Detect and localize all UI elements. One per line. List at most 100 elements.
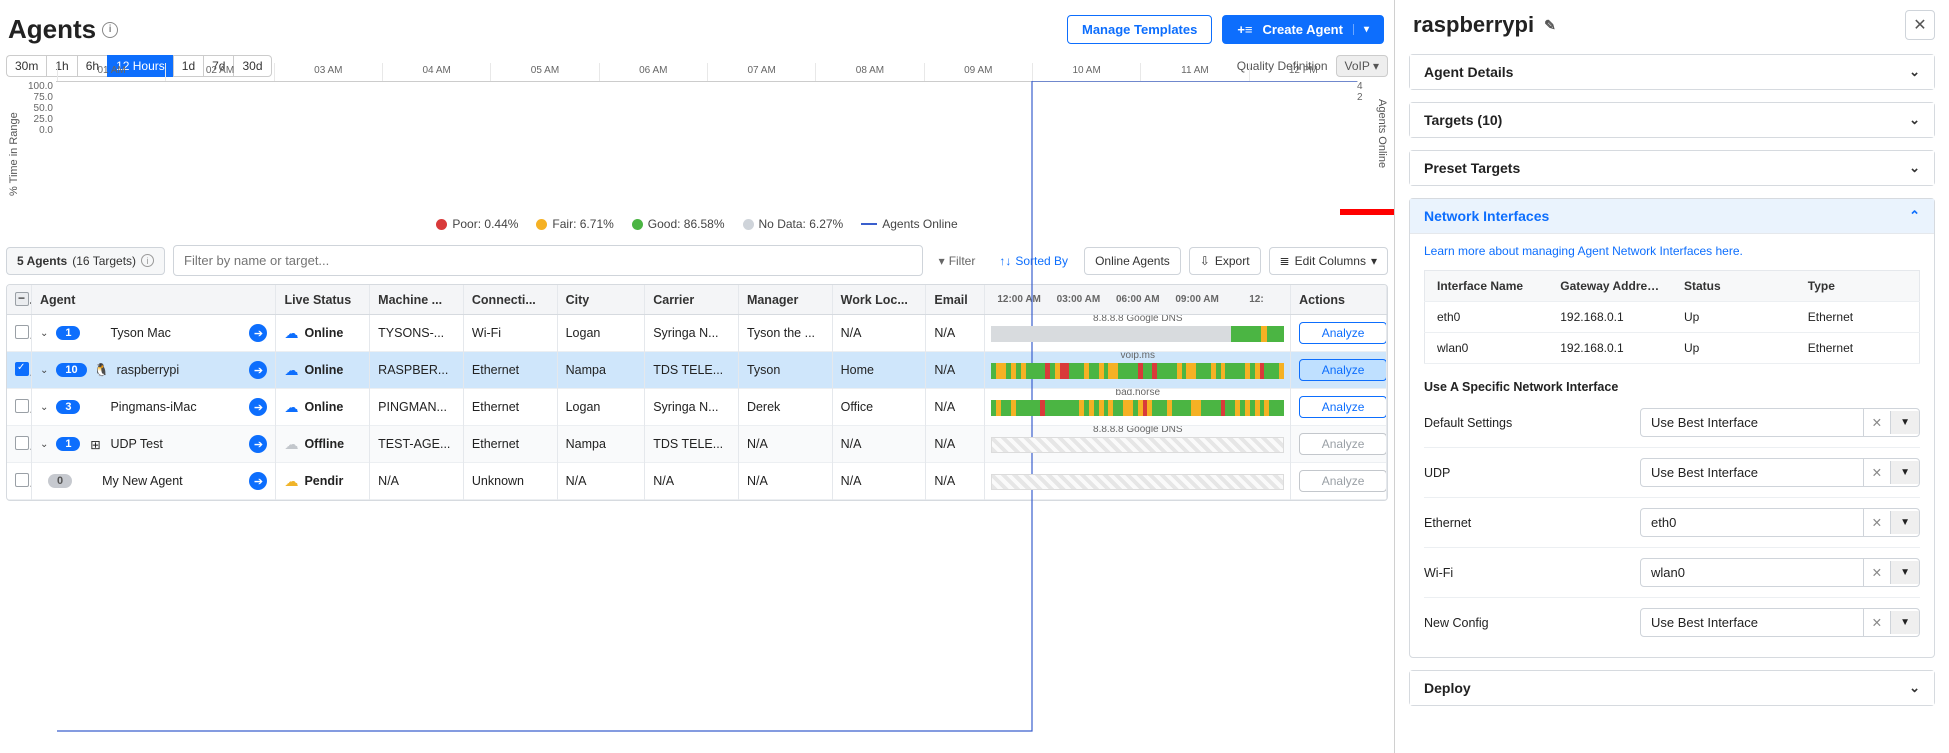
table-row[interactable]: ⌄1Tyson Mac➔☁OnlineTYSONS-...Wi-FiLoganS… bbox=[7, 315, 1387, 352]
open-agent-icon[interactable]: ➔ bbox=[249, 361, 267, 379]
close-button[interactable]: ✕ bbox=[1905, 10, 1935, 40]
chevron-down-icon[interactable]: ▾ bbox=[1353, 24, 1369, 35]
agent-name: Pingmans-iMac bbox=[110, 400, 196, 414]
expand-icon[interactable]: ⌄ bbox=[40, 365, 48, 376]
status-text: Offline bbox=[304, 437, 344, 451]
chart-legend: Poor: 0.44% Fair: 6.71% Good: 86.58% No … bbox=[6, 209, 1388, 245]
col-carrier[interactable]: Carrier bbox=[645, 285, 739, 315]
quality-chart[interactable]: 100.075.050.025.00.0 42 01 AM02 AM03 AM0… bbox=[56, 81, 1358, 82]
edit-columns-button[interactable]: ≣Edit Columns ▾ bbox=[1269, 247, 1388, 275]
table-row[interactable]: ⌄1⊞UDP Test➔☁OfflineTEST-AGE...EthernetN… bbox=[7, 426, 1387, 463]
expand-icon[interactable]: ⌄ bbox=[40, 439, 48, 450]
row-checkbox[interactable] bbox=[15, 399, 29, 413]
analyze-button[interactable]: Analyze bbox=[1299, 359, 1386, 381]
status-text: Online bbox=[304, 400, 343, 414]
page-title: Agents i bbox=[8, 14, 118, 45]
interface-setting-row: Default Settings Use Best Interface✕▼ bbox=[1424, 398, 1920, 448]
open-agent-icon[interactable]: ➔ bbox=[249, 472, 267, 490]
acc-agent-details[interactable]: Agent Details⌄ bbox=[1409, 54, 1935, 90]
learn-more-link[interactable]: Learn more about managing Agent Network … bbox=[1424, 244, 1743, 258]
open-agent-icon[interactable]: ➔ bbox=[249, 324, 267, 342]
setting-label: Default Settings bbox=[1424, 416, 1512, 430]
cloud-icon: ☁ bbox=[284, 436, 298, 453]
col-live-status[interactable]: Live Status bbox=[276, 285, 370, 315]
setting-label: New Config bbox=[1424, 616, 1489, 630]
col-work-loc[interactable]: Work Loc... bbox=[832, 285, 926, 315]
acc-network-interfaces[interactable]: Network Interfaces⌃ Learn more about man… bbox=[1409, 198, 1935, 658]
range-30m[interactable]: 30m bbox=[6, 55, 46, 77]
col-city[interactable]: City bbox=[557, 285, 645, 315]
sorted-by-button[interactable]: ↑↓Sorted By bbox=[991, 248, 1076, 274]
clear-icon[interactable]: ✕ bbox=[1863, 459, 1890, 486]
status-text: Online bbox=[304, 326, 343, 340]
info-icon[interactable]: i bbox=[102, 22, 118, 38]
timeline-cell[interactable]: 8.8.8.8 Google DNS bbox=[985, 315, 1291, 352]
col-agent[interactable]: Agent bbox=[31, 285, 276, 315]
row-checkbox[interactable] bbox=[15, 436, 29, 450]
interface-row: wlan0192.168.0.1UpEthernet bbox=[1425, 333, 1920, 364]
side-panel: raspberrypi✎ ✕ Agent Details⌄ Targets (1… bbox=[1394, 0, 1949, 753]
y-axis-label: % Time in Range bbox=[6, 79, 20, 209]
timeline-cell[interactable] bbox=[985, 463, 1291, 500]
specific-interface-heading: Use A Specific Network Interface bbox=[1424, 380, 1920, 394]
export-button[interactable]: ⇩Export bbox=[1189, 247, 1261, 275]
col-email[interactable]: Email bbox=[926, 285, 985, 315]
table-row[interactable]: ⌄3Pingmans-iMac➔☁OnlinePINGMAN...Etherne… bbox=[7, 389, 1387, 426]
chevron-down-icon[interactable]: ▼ bbox=[1890, 411, 1919, 434]
sort-icon: ↑↓ bbox=[999, 254, 1011, 268]
edit-icon[interactable]: ✎ bbox=[1544, 17, 1556, 34]
info-icon[interactable]: i bbox=[141, 254, 154, 267]
target-count-badge: 0 bbox=[48, 474, 72, 488]
agent-name: UDP Test bbox=[110, 437, 162, 451]
col-machine[interactable]: Machine ... bbox=[370, 285, 464, 315]
row-checkbox[interactable] bbox=[15, 473, 29, 487]
acc-targets[interactable]: Targets (10)⌄ bbox=[1409, 102, 1935, 138]
export-icon: ⇩ bbox=[1200, 254, 1210, 268]
filter-input[interactable] bbox=[173, 245, 923, 276]
clear-icon[interactable]: ✕ bbox=[1863, 409, 1890, 436]
table-row[interactable]: 0My New Agent➔☁PendirN/AUnknownN/AN/AN/A… bbox=[7, 463, 1387, 500]
windows-icon: ⊞ bbox=[88, 437, 102, 452]
target-count-badge: 3 bbox=[56, 400, 80, 414]
row-checkbox[interactable] bbox=[15, 362, 29, 376]
table-row[interactable]: ⌄10🐧raspberrypi➔☁OnlineRASPBER...Etherne… bbox=[7, 352, 1387, 389]
close-icon: ✕ bbox=[1913, 15, 1926, 35]
filter-button[interactable]: ▾Filter bbox=[931, 248, 984, 274]
status-text: Online bbox=[304, 363, 343, 377]
setting-label: Wi-Fi bbox=[1424, 566, 1453, 580]
agent-name: raspberrypi bbox=[117, 363, 180, 377]
acc-deploy[interactable]: Deploy⌄ bbox=[1409, 670, 1935, 706]
select-all-checkbox[interactable] bbox=[7, 285, 31, 315]
open-agent-icon[interactable]: ➔ bbox=[249, 398, 267, 416]
row-checkbox[interactable] bbox=[15, 325, 29, 339]
interface-select[interactable]: wlan0✕▼ bbox=[1640, 558, 1920, 587]
col-connection[interactable]: Connecti... bbox=[463, 285, 557, 315]
online-agents-button[interactable]: Online Agents bbox=[1084, 247, 1181, 275]
expand-icon[interactable]: ⌄ bbox=[40, 402, 48, 413]
open-agent-icon[interactable]: ➔ bbox=[249, 435, 267, 453]
create-agent-button[interactable]: +≡ Create Agent▾ bbox=[1222, 15, 1384, 44]
interface-select[interactable]: Use Best Interface✕▼ bbox=[1640, 408, 1920, 437]
chevron-up-icon: ⌃ bbox=[1909, 208, 1920, 224]
acc-preset-targets[interactable]: Preset Targets⌄ bbox=[1409, 150, 1935, 186]
analyze-button[interactable]: Analyze bbox=[1299, 396, 1386, 418]
col-manager[interactable]: Manager bbox=[738, 285, 832, 315]
analyze-button[interactable]: Analyze bbox=[1299, 322, 1386, 344]
expand-icon[interactable]: ⌄ bbox=[40, 328, 48, 339]
clear-icon[interactable]: ✕ bbox=[1863, 609, 1890, 636]
clear-icon[interactable]: ✕ bbox=[1863, 559, 1890, 586]
chevron-down-icon[interactable]: ▼ bbox=[1890, 461, 1919, 484]
interface-select[interactable]: Use Best Interface✕▼ bbox=[1640, 608, 1920, 637]
chevron-down-icon[interactable]: ▼ bbox=[1890, 611, 1919, 634]
timeline-cell[interactable]: 8.8.8.8 Google DNS bbox=[985, 426, 1291, 463]
interface-select[interactable]: Use Best Interface✕▼ bbox=[1640, 458, 1920, 487]
manage-templates-button[interactable]: Manage Templates bbox=[1067, 15, 1212, 44]
interface-select[interactable]: eth0✕▼ bbox=[1640, 508, 1920, 537]
chevron-down-icon[interactable]: ▼ bbox=[1890, 511, 1919, 534]
linux-icon: 🐧 bbox=[95, 363, 109, 378]
timeline-cell[interactable]: bad.horse bbox=[985, 389, 1291, 426]
timeline-cell[interactable]: voip.ms bbox=[985, 352, 1291, 389]
clear-icon[interactable]: ✕ bbox=[1863, 509, 1890, 536]
cloud-icon: ☁ bbox=[284, 325, 298, 342]
chevron-down-icon[interactable]: ▼ bbox=[1890, 561, 1919, 584]
